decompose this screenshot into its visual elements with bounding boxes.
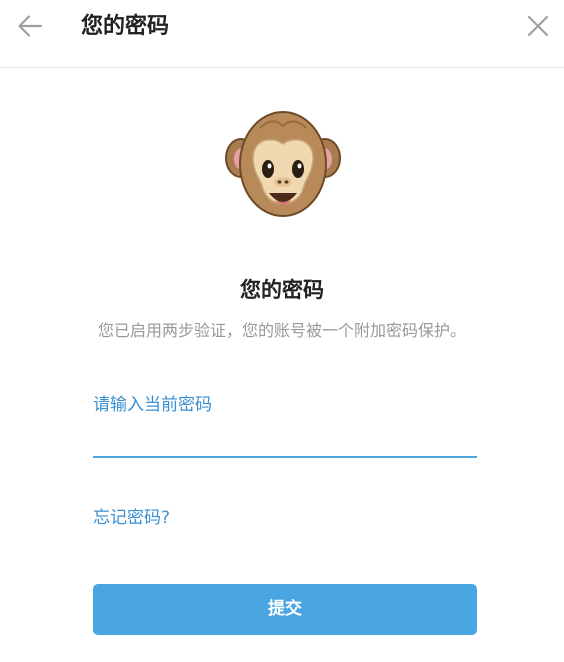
header-bar: 您的密码 [0, 0, 564, 68]
close-button[interactable] [524, 12, 552, 40]
forgot-password-link[interactable]: 忘记密码? [93, 505, 170, 531]
password-field-label: 请输入当前密码 [93, 395, 212, 415]
page-subtitle: 您已启用两步验证，您的账号被一个附加密码保护。 [97, 321, 466, 340]
back-button[interactable] [16, 12, 44, 40]
password-input[interactable] [93, 422, 477, 458]
header-title: 您的密码 [81, 14, 170, 39]
close-icon [527, 15, 549, 37]
arrow-left-icon [18, 15, 43, 37]
monkey-face-icon [224, 108, 342, 224]
submit-button[interactable]: 提交 [93, 584, 477, 635]
page-title: 您的密码 [240, 278, 324, 302]
